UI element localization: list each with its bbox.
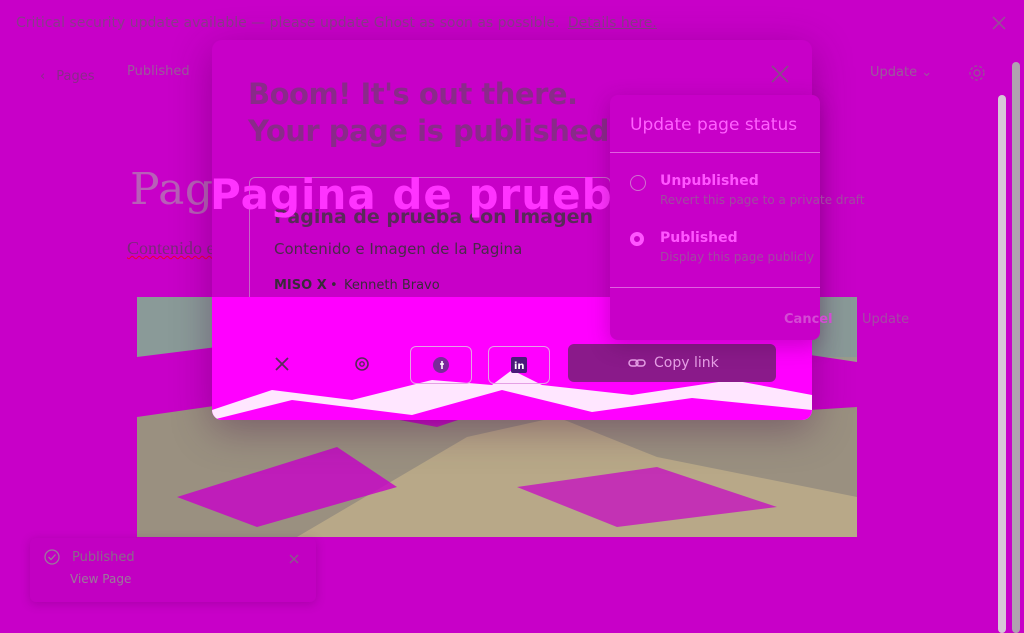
facebook-icon [433,357,449,373]
scrollbar-track[interactable] [998,95,1006,633]
option-published[interactable]: Published Display this page publicly [630,230,820,270]
card-author: Kenneth Bravo [344,278,440,293]
option-unpublished-label: Unpublished [660,173,759,189]
linkedin-icon: in [511,357,527,373]
share-facebook-button[interactable] [410,346,472,384]
toast-close-icon[interactable] [288,550,300,564]
update-dropdown[interactable]: Update ⌄ [870,65,932,80]
copy-link-label: Copy link [654,355,719,371]
back-label: Pages [56,69,95,84]
update-status-popover: Update page status Unpublished Revert th… [610,95,865,340]
card-separator: • [330,278,338,293]
chevron-down-icon: ⌄ [917,65,933,80]
share-x-button[interactable] [252,346,312,382]
banner-details-link[interactable]: Details here. [568,15,657,31]
copy-link-button[interactable]: Copy link [568,344,776,382]
view-page-link[interactable]: View Page [70,572,131,586]
radio-unpublished[interactable] [630,175,646,191]
scrollbar-thumb[interactable] [1012,62,1020,633]
popover-title: Update page status [630,115,798,135]
update-button[interactable]: Update [862,312,909,327]
settings-gear-icon[interactable] [968,64,986,82]
editor-status: Published [127,64,190,79]
divider [610,287,820,288]
option-unpublished-description: Revert this page to a private draft [660,193,865,207]
chevron-left-icon: ‹ [40,69,46,84]
banner-message: Critical security update available — ple… [16,15,560,31]
share-threads-button[interactable] [332,346,392,382]
modal-headline: Boom! It's out there. Your page is publi… [248,77,620,148]
option-published-description: Display this page publicly [660,250,815,264]
modal-close-icon[interactable] [770,64,790,84]
published-toast: Published View Page [30,538,316,602]
link-icon [628,355,646,371]
banner-text: Critical security update available — ple… [16,15,657,31]
check-circle-icon [44,549,60,565]
toast-title: Published [72,550,135,565]
option-unpublished[interactable]: Unpublished Revert this page to a privat… [630,173,865,213]
threads-icon [355,357,369,371]
x-icon [275,357,289,371]
share-linkedin-button[interactable]: in [488,346,550,384]
option-published-label: Published [660,230,738,246]
card-excerpt: Contenido e Imagen de la Pagina [274,240,523,258]
card-site-name: MISO X [274,278,327,293]
radio-published[interactable] [630,232,644,246]
divider [610,152,820,153]
update-dropdown-label: Update [870,65,918,80]
banner-close-icon[interactable] [990,14,1008,32]
back-to-pages[interactable]: ‹ Pages [40,65,95,84]
svg-text:in: in [514,361,525,372]
cancel-button[interactable]: Cancel [784,312,833,327]
